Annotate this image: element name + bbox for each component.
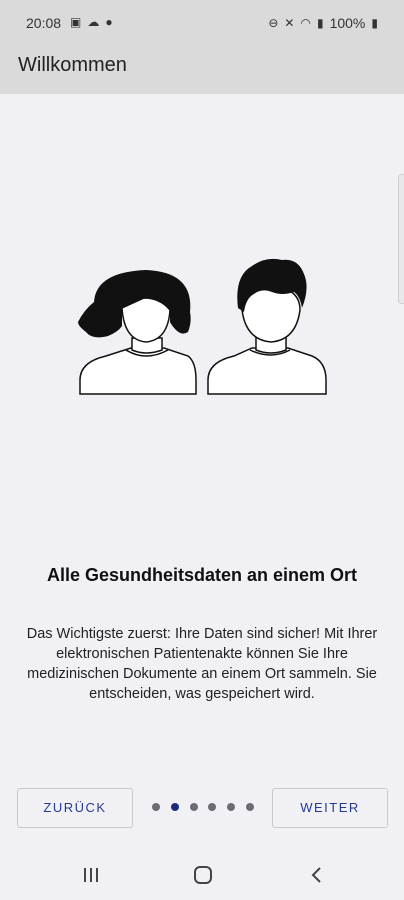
page-dot-1[interactable] bbox=[152, 803, 160, 811]
page-title: Willkommen bbox=[18, 54, 127, 76]
onboarding-description: Das Wichtigste zuerst: Ihre Daten sind s… bbox=[26, 626, 378, 702]
page-dot-6[interactable] bbox=[245, 803, 254, 811]
app-bar: Willkommen bbox=[0, 46, 404, 94]
back-button[interactable]: ZURÜCK bbox=[17, 788, 133, 828]
mute-icon: ✕ bbox=[284, 16, 295, 30]
status-bar: 20:08 ▣☁● ⊖ ✕ ◠ ▮ 100% ▮ bbox=[0, 0, 404, 46]
status-right-icons: ⊖ ✕ ◠ ▮ 100% ▮ bbox=[268, 15, 378, 31]
onboarding-headline: Alle Gesundheitsdaten an einem Ort bbox=[46, 565, 358, 585]
gallery-icon: ▣ bbox=[70, 15, 88, 29]
page-dot-5[interactable] bbox=[227, 803, 236, 811]
home-icon[interactable] bbox=[191, 864, 215, 886]
cloud-icon: ☁ bbox=[87, 15, 106, 29]
battery-icon: ▮ bbox=[371, 16, 378, 30]
page-indicator bbox=[152, 801, 254, 813]
location-icon: ● bbox=[105, 15, 119, 29]
link-icon: ⊖ bbox=[268, 16, 279, 30]
man-avatar-icon bbox=[207, 258, 327, 395]
recent-apps-icon[interactable] bbox=[79, 864, 103, 886]
signal-icon: ▮ bbox=[316, 16, 324, 30]
edge-panel-handle[interactable] bbox=[398, 174, 404, 304]
wifi-icon: ◠ bbox=[300, 16, 311, 30]
people-illustration bbox=[78, 258, 327, 395]
page-dot-3[interactable] bbox=[189, 803, 198, 811]
page-dot-2[interactable] bbox=[170, 803, 179, 811]
back-icon[interactable] bbox=[305, 864, 329, 886]
status-left-icons: ▣☁● bbox=[70, 15, 119, 29]
woman-avatar-icon bbox=[78, 270, 197, 395]
status-time: 20:08 bbox=[26, 15, 62, 31]
battery-percent: 100% bbox=[329, 15, 366, 31]
next-button[interactable]: WEITER bbox=[272, 788, 388, 828]
system-navigation-bar bbox=[0, 850, 404, 900]
page-dot-4[interactable] bbox=[208, 803, 217, 811]
